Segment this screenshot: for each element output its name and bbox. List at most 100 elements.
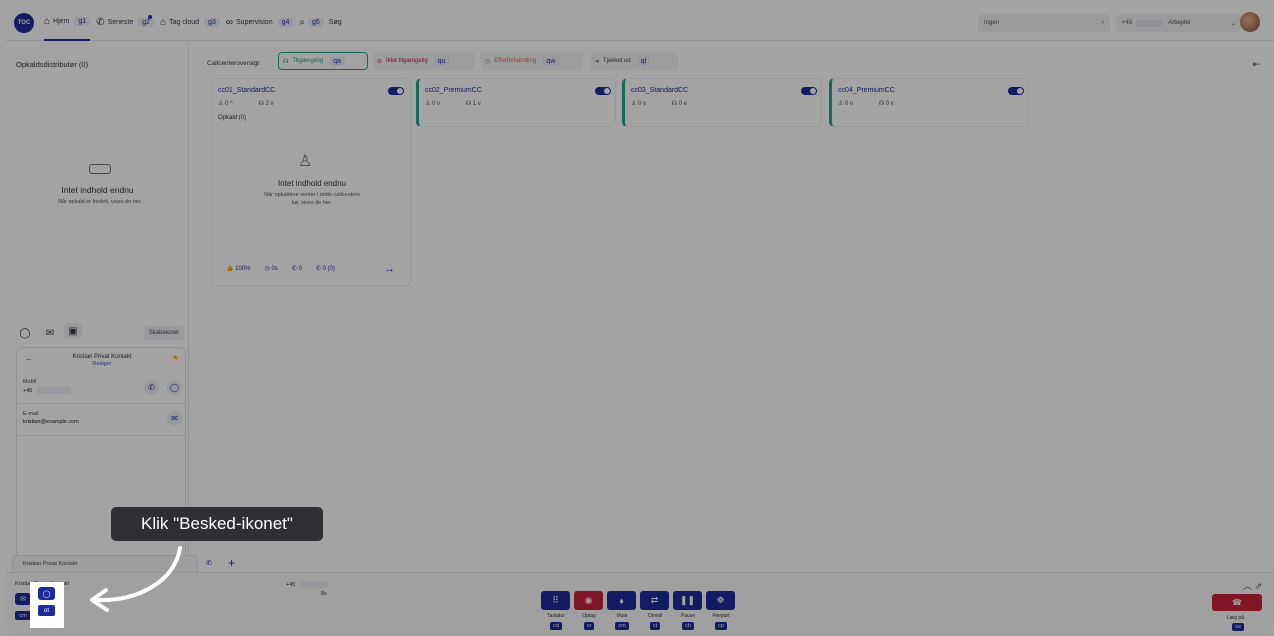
- nav-recent[interactable]: ✆ Seneste g2: [96, 5, 155, 41]
- chat-contact-button[interactable]: ◯: [167, 380, 182, 395]
- queue-card-cc02: cc02_PremiumCC ♙ 0 v ☊ 1 v: [416, 78, 616, 127]
- nav-search[interactable]: ⌕ g5 Søg: [299, 5, 341, 41]
- user-avatar[interactable]: [1240, 12, 1260, 32]
- overview-title: Callcenteroversigt: [207, 60, 260, 67]
- supervisors-count-value: 2 v: [265, 101, 274, 107]
- headset-icon: ☊: [283, 58, 289, 65]
- agents-count[interactable]: ♙ 0 v: [838, 101, 865, 107]
- chat-icon: ◯: [42, 590, 51, 598]
- message-button[interactable]: ◯: [38, 587, 55, 600]
- mobile-label: Mobil: [23, 379, 37, 385]
- queue-toggle[interactable]: [1008, 87, 1024, 95]
- agents-count-value: 0 v: [845, 101, 854, 107]
- contact-card-icon[interactable]: ▣: [64, 323, 82, 339]
- chat-icon[interactable]: ◯: [16, 325, 34, 341]
- nav-tag-cloud-shortcut: g3: [204, 18, 220, 27]
- queue-name[interactable]: cc01_StandardCC: [218, 87, 275, 94]
- conference-shortcut: cp: [715, 622, 727, 630]
- app-window: TOC ⌂ Hjem g1 ✆ Seneste g2 ⌂ Tag cloud g…: [6, 5, 1274, 636]
- queue-stats: ♙ 0 v ☊ 0 v: [631, 100, 711, 107]
- nav-tag-cloud[interactable]: ⌂ Tag cloud g3: [160, 5, 220, 41]
- conference-control[interactable]: ☸ Flerpart cp: [706, 591, 736, 630]
- star-icon[interactable]: ★: [172, 353, 179, 362]
- nav-home[interactable]: ⌂ Hjem g1: [44, 5, 91, 41]
- mute-control[interactable]: ♦ Mute cm: [607, 591, 637, 630]
- highlighted-message-button: ◯ ot: [30, 582, 64, 628]
- agents-count[interactable]: ♙ 0 ^: [218, 101, 245, 107]
- queue-name[interactable]: cc03_StandardCC: [631, 87, 688, 94]
- nav-tag-cloud-label: Tag cloud: [169, 19, 200, 26]
- tag-icon: ⌂: [160, 17, 167, 28]
- hangup-label: Læg på: [1227, 615, 1244, 621]
- templates-button[interactable]: Skabeloner: [144, 326, 184, 340]
- unread-dot: [148, 14, 153, 19]
- missed-count-value: 0 (0): [322, 266, 335, 272]
- collapse-panel-icon[interactable]: ⇤: [1252, 59, 1260, 70]
- arrow-right-icon[interactable]: →: [384, 263, 395, 275]
- edit-contact-link[interactable]: Rediger: [17, 361, 187, 367]
- mail-button[interactable]: ✉: [15, 593, 31, 605]
- top-navigation-bar: TOC ⌂ Hjem g1 ✆ Seneste g2 ⌂ Tag cloud g…: [6, 5, 1274, 41]
- app-logo: TOC: [14, 12, 34, 33]
- record-control[interactable]: ◉ Optag cr: [574, 591, 604, 630]
- nav-home-label: Hjem: [53, 18, 70, 25]
- nav-search-label: Søg: [328, 19, 342, 26]
- queue-stats: ♙ 0 ^ ☊ 2 v: [218, 100, 298, 107]
- filter-wrapup-label: Efterbehandling: [494, 58, 537, 64]
- queue-toggle[interactable]: [595, 87, 611, 95]
- supervisors-count[interactable]: ☊ 2 v: [259, 101, 286, 107]
- email-contact-button[interactable]: ✉: [167, 411, 182, 426]
- phone-icon[interactable]: ✆: [206, 559, 212, 567]
- call-duration: 8s: [321, 591, 327, 597]
- calls-count: ✆ 0: [292, 265, 302, 272]
- supervisors-count[interactable]: ☊ 0 v: [879, 101, 906, 107]
- pause-label: Pause: [680, 613, 696, 619]
- caller-number-prefix: +45: [286, 581, 296, 588]
- pause-control[interactable]: ❚❚ Pause ch: [673, 591, 703, 630]
- nav-supervision[interactable]: ∞ Supervision g4: [226, 5, 294, 41]
- status-select[interactable]: Ingen ›: [978, 14, 1110, 32]
- supervision-icon: ∞: [225, 17, 234, 28]
- agents-count[interactable]: ♙ 0 v: [631, 101, 658, 107]
- add-tab-icon[interactable]: +: [228, 556, 235, 570]
- record-icon: ◉: [574, 591, 603, 610]
- calls-count-value: 0: [298, 266, 302, 272]
- filter-checked-out[interactable]: ⇥ Tjekket ud ql: [590, 52, 678, 70]
- filter-checked-out-label: Tjekket ud: [603, 58, 631, 64]
- work-status-select[interactable]: +45 Arbejdei ⌄: [1116, 14, 1242, 32]
- supervisors-count[interactable]: ☊ 0 v: [672, 101, 699, 107]
- transfer-control[interactable]: ⇄ Omstil ct: [640, 591, 670, 630]
- filter-available[interactable]: ☊ Tilgængelig qa: [278, 52, 368, 70]
- hangup-shortcut: ce: [1232, 623, 1244, 631]
- queue-name[interactable]: cc04_PremiumCC: [838, 87, 895, 94]
- hangup-icon: ☎: [1232, 598, 1242, 607]
- answer-rate-value: 100%: [235, 266, 251, 272]
- missed-call-icon: ✆: [315, 266, 321, 272]
- record-shortcut: cr: [583, 622, 595, 630]
- queue-toggle[interactable]: [801, 87, 817, 95]
- phone-icon: ✆: [291, 266, 297, 272]
- supervisors-count[interactable]: ☊ 1 v: [466, 101, 493, 107]
- keypad-label: Tastatur: [547, 613, 565, 619]
- number-prefix: +45: [1122, 20, 1133, 26]
- work-status-label: Arbejdei: [1168, 20, 1191, 26]
- keypad-control[interactable]: ⠿ Tastatur cd: [541, 591, 571, 630]
- active-call-bar: Kristian Privat Kontakt +45 8s ✉ cm ⠿ Ta…: [6, 572, 1274, 636]
- queue-empty-subtitle: Når opkaldere venter i dette callcenters…: [264, 192, 360, 206]
- queue-name[interactable]: cc02_PremiumCC: [425, 87, 482, 94]
- call-contact-button[interactable]: ✆: [144, 380, 159, 395]
- caller-number: +45: [286, 581, 328, 588]
- mobile-value: +45: [23, 387, 71, 394]
- queue-toggle[interactable]: [388, 87, 404, 95]
- filter-unavailable[interactable]: ⊘ Ikke tilgængelig qu: [373, 52, 475, 70]
- mail-icon[interactable]: ✉: [41, 325, 59, 341]
- callcenter-overview: Callcenteroversigt ☊ Tilgængelig qa ⊘ Ik…: [190, 42, 1274, 572]
- thumbs-up-icon: 👍: [226, 266, 234, 272]
- expand-icon[interactable]: ︿ ⇗: [1243, 579, 1262, 592]
- agents-count-value: 0 v: [638, 101, 647, 107]
- hangup-button[interactable]: ☎: [1212, 594, 1262, 611]
- empty-state-title: Intet indhold endnu: [61, 185, 134, 195]
- filter-wrapup[interactable]: ◷ Efterbehandling qw: [481, 52, 583, 70]
- filter-available-shortcut: qa: [329, 56, 345, 66]
- agents-count[interactable]: ♙ 0 v: [425, 101, 452, 107]
